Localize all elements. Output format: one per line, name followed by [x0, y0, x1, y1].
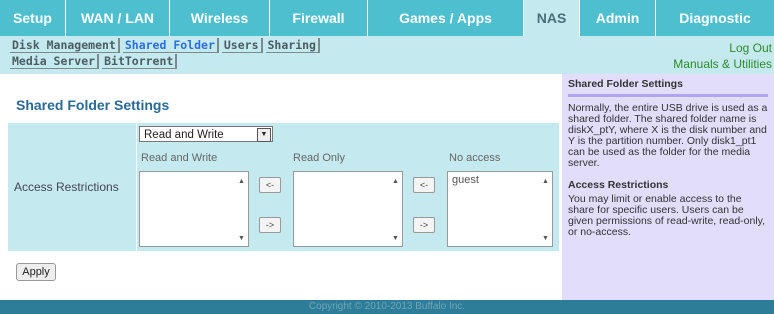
column-read-write: Read and Write — [141, 152, 218, 164]
subnav-media-server[interactable]: Media Server — [10, 54, 100, 69]
footer-copyright: Copyright © 2010-2013 Buffalo Inc. — [0, 300, 774, 314]
page-title: Shared Folder Settings — [16, 97, 170, 113]
help-paragraph-2: You may limit or enable access to the sh… — [568, 193, 766, 238]
tab-setup[interactable]: Setup — [0, 0, 66, 36]
column-no-access: No access — [449, 152, 501, 164]
tab-wan-lan[interactable]: WAN / LAN — [66, 0, 170, 36]
move-right-button[interactable]: -> — [259, 217, 281, 233]
subnav-row-2: Media Server BitTorrent — [10, 54, 180, 69]
access-restrictions-label: Access Restrictions — [14, 180, 119, 194]
permission-select-value: Read and Write — [144, 129, 224, 141]
permission-select[interactable]: Read and Write ▼ — [139, 126, 273, 142]
list-item[interactable]: guest — [452, 174, 548, 186]
tab-wireless[interactable]: Wireless — [170, 0, 270, 36]
scroll-down-icon[interactable]: ▼ — [238, 235, 245, 242]
manuals-utilities-link[interactable]: Manuals & Utilities — [673, 57, 772, 71]
scroll-up-icon[interactable]: ▲ — [238, 178, 245, 185]
no-access-listbox[interactable]: guest ▲ ▼ — [447, 171, 553, 247]
help-panel: Shared Folder Settings Normally, the ent… — [562, 74, 774, 300]
subnav-users[interactable]: Users — [221, 38, 263, 53]
chevron-down-icon: ▼ — [257, 128, 271, 142]
scrollbar[interactable]: ▲ ▼ — [390, 172, 402, 246]
move-left-button[interactable]: <- — [259, 177, 281, 193]
apply-button[interactable]: Apply — [16, 263, 56, 281]
scrollbar[interactable]: ▲ ▼ — [540, 172, 552, 246]
move-right-button[interactable]: -> — [413, 217, 435, 233]
top-nav: Setup WAN / LAN Wireless Firewall Games … — [0, 0, 774, 36]
subnav-shared-folder[interactable]: Shared Folder — [122, 38, 219, 53]
read-only-listbox[interactable]: ▲ ▼ — [293, 171, 403, 247]
subnav-disk-management[interactable]: Disk Management — [10, 38, 120, 53]
scrollbar[interactable]: ▲ ▼ — [236, 172, 248, 246]
subnav-bittorrent[interactable]: BitTorrent — [102, 54, 178, 69]
help-divider — [568, 94, 768, 97]
help-heading: Shared Folder Settings — [568, 78, 683, 90]
help-paragraph-1: Normally, the entire USB drive is used a… — [568, 102, 768, 169]
sub-nav: Disk Management Shared Folder Users Shar… — [0, 36, 774, 74]
scroll-down-icon[interactable]: ▼ — [392, 235, 399, 242]
scroll-up-icon[interactable]: ▲ — [392, 178, 399, 185]
tab-nas[interactable]: NAS — [524, 0, 580, 36]
tab-firewall[interactable]: Firewall — [270, 0, 368, 36]
access-restrictions-body: Read and Write ▼ Read and Write Read Onl… — [137, 123, 559, 251]
access-restrictions-label-cell: Access Restrictions — [8, 123, 136, 251]
read-write-listbox[interactable]: ▲ ▼ — [139, 171, 249, 247]
help-heading-2: Access Restrictions — [568, 179, 669, 191]
column-read-only: Read Only — [293, 152, 345, 164]
tab-diagnostic[interactable]: Diagnostic — [656, 0, 774, 36]
scroll-down-icon[interactable]: ▼ — [542, 235, 549, 242]
access-restrictions-form: Access Restrictions Read and Write ▼ Rea… — [8, 123, 560, 253]
move-left-button[interactable]: <- — [413, 177, 435, 193]
scroll-up-icon[interactable]: ▲ — [542, 178, 549, 185]
tab-games-apps[interactable]: Games / Apps — [368, 0, 524, 36]
subnav-sharing[interactable]: Sharing — [265, 38, 320, 53]
logout-link[interactable]: Log Out — [729, 41, 772, 55]
permission-select-row: Read and Write ▼ — [137, 123, 559, 145]
tab-admin[interactable]: Admin — [580, 0, 656, 36]
subnav-row-1: Disk Management Shared Folder Users Shar… — [10, 38, 323, 53]
